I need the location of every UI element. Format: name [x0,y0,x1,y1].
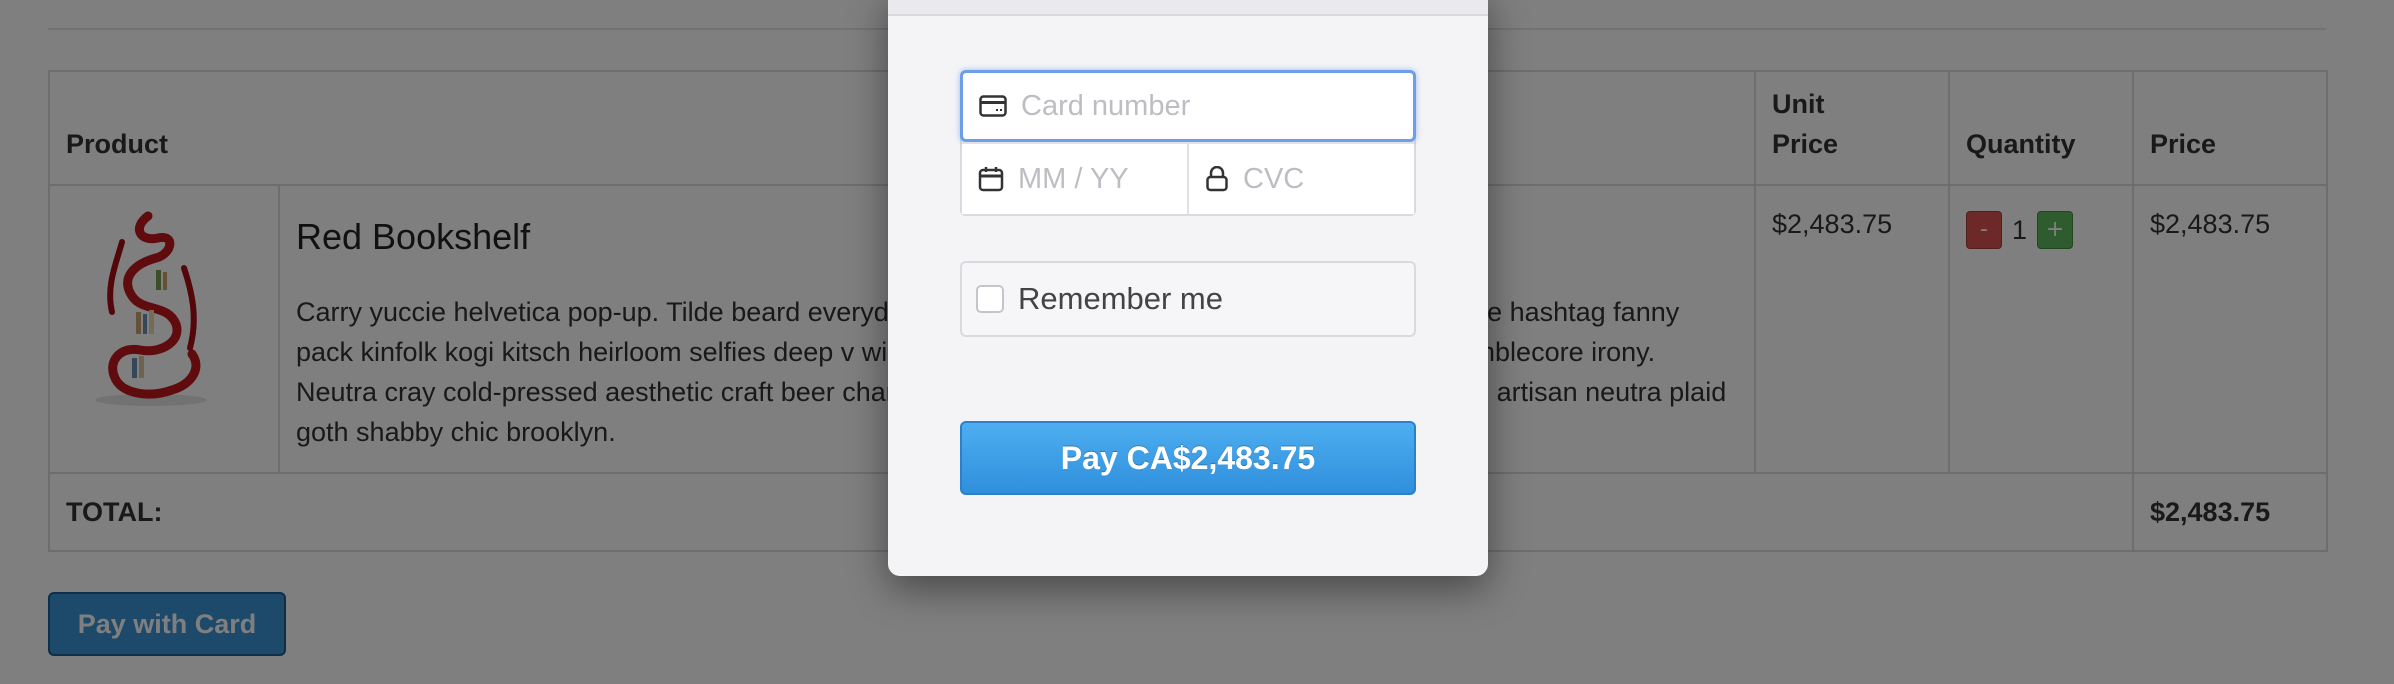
lock-icon [1206,166,1228,192]
card-number-input[interactable] [1007,89,1413,123]
card-number-field[interactable] [960,70,1416,142]
remember-me-row[interactable]: Remember me [960,261,1416,337]
expiry-field[interactable] [962,144,1189,214]
expiry-input[interactable] [1004,162,1187,196]
checkout-modal: Remember me Pay CA$2,483.75 [888,0,1488,576]
cvc-field[interactable] [1189,144,1414,214]
credit-card-icon [979,95,1007,117]
expiry-cvc-row [962,142,1414,214]
modal-header [888,0,1488,16]
remember-me-label[interactable]: Remember me [1018,281,1223,317]
cvc-input[interactable] [1229,162,1414,196]
remember-me-checkbox[interactable] [976,285,1004,313]
card-fields [960,70,1416,216]
page: Product UnitPrice Quantity Price [0,0,2394,684]
calendar-icon [978,167,1004,192]
pay-button[interactable]: Pay CA$2,483.75 [960,421,1416,495]
